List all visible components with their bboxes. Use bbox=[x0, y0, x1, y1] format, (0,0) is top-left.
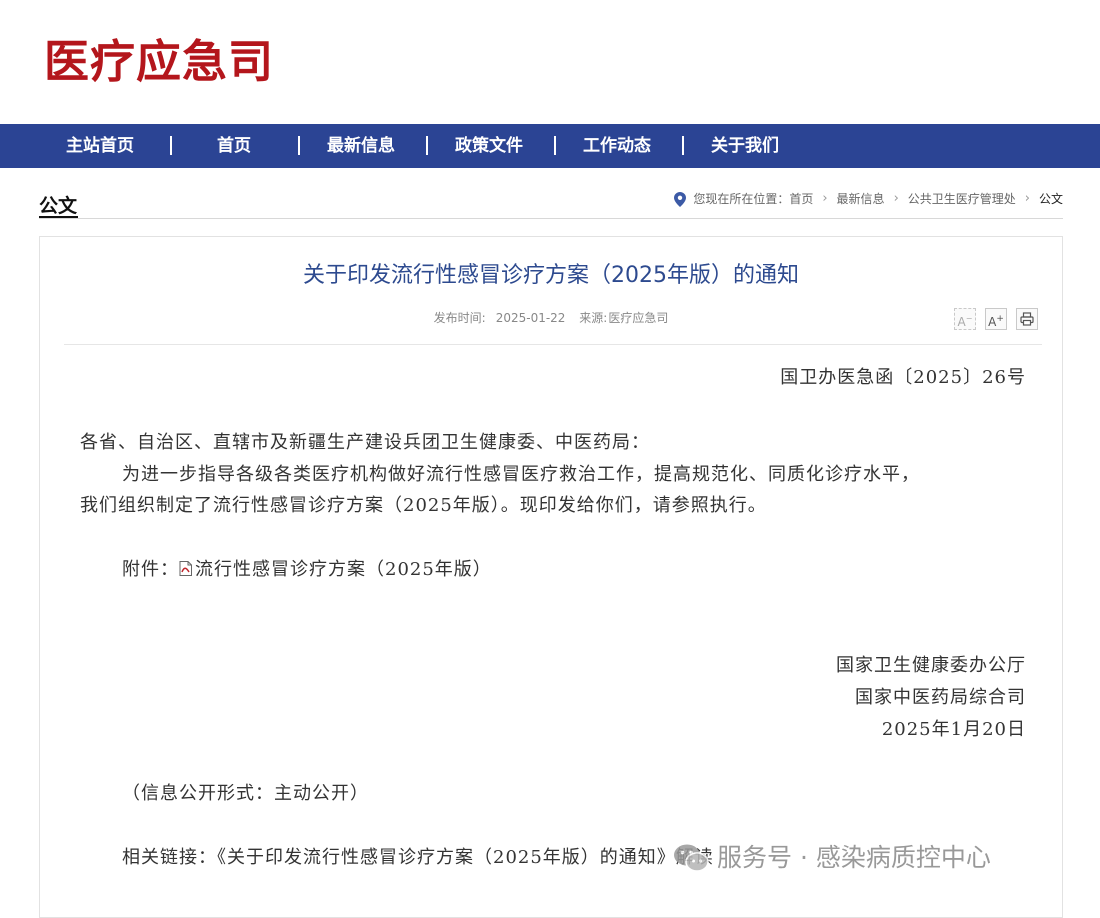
publish-date: 2025-01-22 bbox=[495, 311, 566, 325]
nav-divider bbox=[554, 136, 556, 155]
article-meta: 发布时间: 2025-01-22 来源:医疗应急司 bbox=[39, 309, 1063, 326]
related-link[interactable]: 《关于印发流行性感冒诊疗方案（2025年版）的通知》解读 bbox=[217, 847, 714, 868]
nav-item-home[interactable]: 首页 bbox=[217, 124, 251, 168]
related-label: 相关链接： bbox=[122, 847, 217, 868]
breadcrumb-item-home[interactable]: 首页 bbox=[789, 190, 813, 208]
wechat-icon bbox=[674, 844, 709, 872]
section-title: 公文 bbox=[39, 195, 78, 217]
article-title: 关于印发流行性感冒诊疗方案（2025年版）的通知 bbox=[303, 263, 799, 288]
watermark-text: 服务号 · 感染病质控中心 bbox=[717, 843, 991, 872]
document-number: 国卫办医急函〔2025〕26号 bbox=[780, 367, 1026, 388]
source-label: 来源: bbox=[579, 311, 608, 325]
nav-item-work[interactable]: 工作动态 bbox=[583, 124, 651, 168]
nav-divider bbox=[426, 136, 428, 155]
nav-item-policy[interactable]: 政策文件 bbox=[455, 124, 523, 168]
chevron-right-icon: › bbox=[822, 191, 828, 206]
breadcrumb-item-current: 公文 bbox=[1038, 192, 1063, 206]
body-paragraph-line-1: 为进一步指导各级各类医疗机构做好流行性感冒医疗救治工作，提高规范化、同质化诊疗水… bbox=[122, 464, 920, 485]
meta-divider bbox=[64, 344, 1042, 345]
print-button[interactable] bbox=[1016, 308, 1038, 330]
body-paragraph-line-2: 我们组织制定了流行性感冒诊疗方案（2025年版）。现印发给你们，请参照执行。 bbox=[80, 495, 767, 516]
nav-item-main-home[interactable]: 主站首页 bbox=[66, 124, 134, 168]
chevron-right-icon: › bbox=[893, 191, 899, 206]
related-links-row: 相关链接：《关于印发流行性感冒诊疗方案（2025年版）的通知》解读 bbox=[122, 843, 714, 869]
nav-divider bbox=[682, 136, 684, 155]
font-decrease-button[interactable]: A− bbox=[954, 308, 976, 330]
main-nav: 主站首页 首页 最新信息 政策文件 工作动态 关于我们 bbox=[0, 124, 1100, 168]
attachment-row: 附件： 流行性感冒诊疗方案（2025年版） bbox=[122, 555, 492, 581]
breadcrumb-item-department[interactable]: 公共卫生医疗管理处 bbox=[908, 190, 1016, 208]
attachment-link[interactable]: 流行性感冒诊疗方案（2025年版） bbox=[195, 559, 492, 580]
signature-date: 2025年1月20日 bbox=[881, 719, 1026, 740]
breadcrumb-prefix: 您现在所在位置： bbox=[693, 192, 790, 206]
chevron-right-icon: › bbox=[1024, 191, 1030, 206]
site-logo[interactable]: 医疗应急司 bbox=[44, 34, 274, 90]
location-pin-icon bbox=[674, 191, 687, 207]
signature-line-1: 国家卫生健康委办公厅 bbox=[836, 655, 1026, 676]
watermark: 服务号 · 感染病质控中心 bbox=[673, 838, 991, 878]
disclosure-note: （信息公开形式：主动公开） bbox=[122, 783, 369, 804]
breadcrumb: 您现在所在位置： 首页 › 最新信息 › 公共卫生医疗管理处 › 公文 bbox=[674, 190, 1063, 208]
section-divider bbox=[39, 218, 1063, 219]
source-value: 医疗应急司 bbox=[608, 311, 669, 325]
print-icon bbox=[1020, 312, 1034, 326]
salutation: 各省、自治区、直辖市及新疆生产建设兵团卫生健康委、中医药局： bbox=[80, 432, 650, 453]
pdf-file-icon bbox=[179, 561, 192, 576]
publish-label: 发布时间: bbox=[433, 311, 486, 325]
nav-item-about[interactable]: 关于我们 bbox=[711, 124, 779, 168]
nav-item-latest[interactable]: 最新信息 bbox=[327, 124, 395, 168]
nav-divider bbox=[298, 136, 300, 155]
attachment-label: 附件： bbox=[122, 559, 179, 580]
nav-divider bbox=[170, 136, 172, 155]
breadcrumb-item-latest[interactable]: 最新信息 bbox=[837, 190, 885, 208]
font-increase-button[interactable]: A+ bbox=[985, 308, 1007, 330]
signature-line-2: 国家中医药局综合司 bbox=[855, 687, 1026, 708]
font-decrease-icon: A bbox=[957, 315, 966, 329]
